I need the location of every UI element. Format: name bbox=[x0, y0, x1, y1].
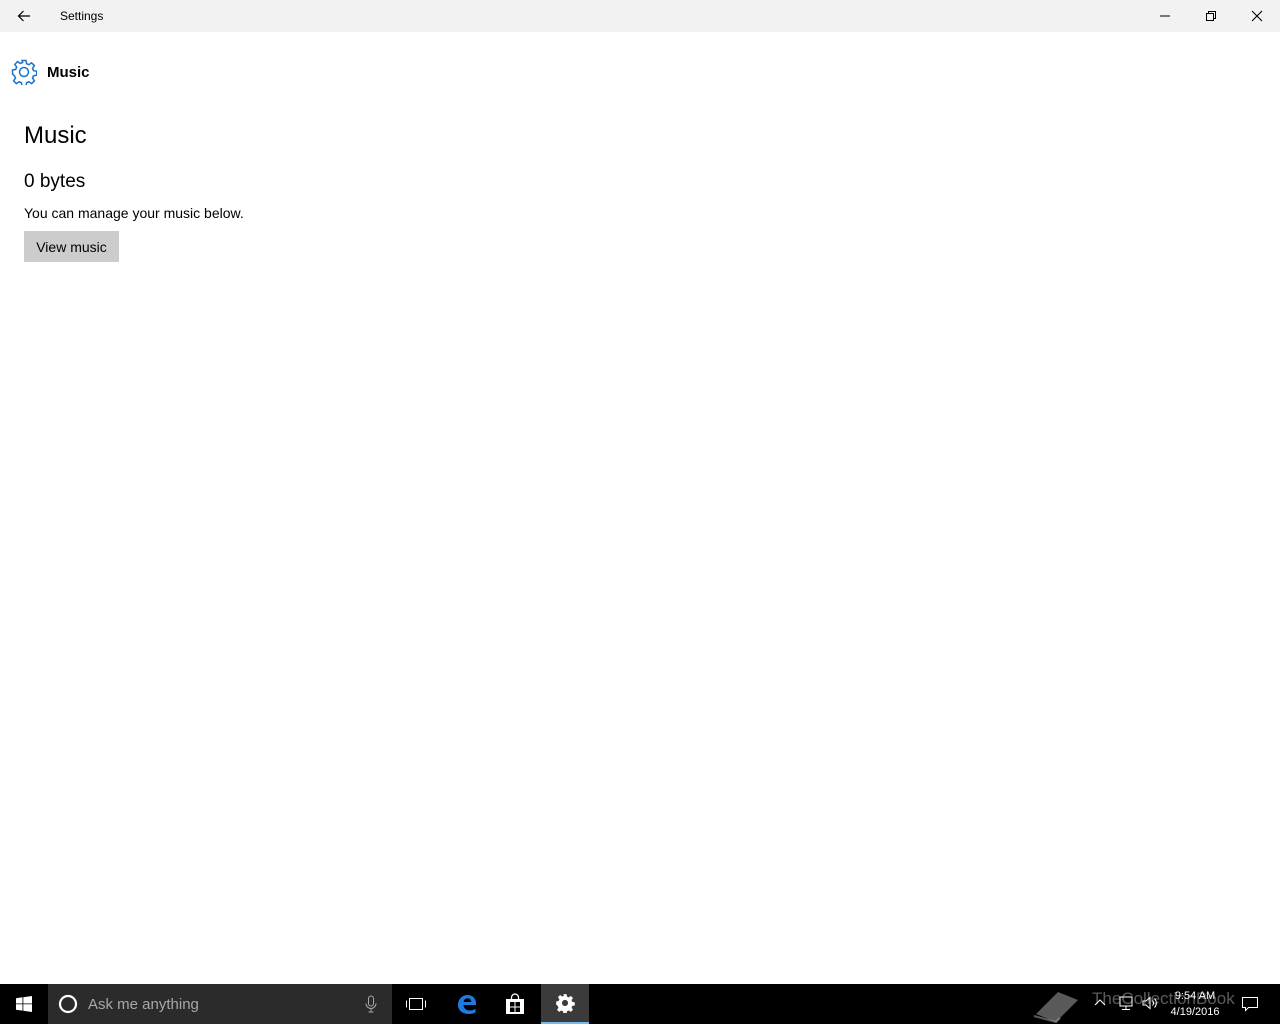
close-icon bbox=[1251, 10, 1263, 22]
header-title: Music bbox=[47, 64, 90, 81]
back-arrow-icon bbox=[17, 10, 30, 22]
clock[interactable]: 9:54 AM 4/19/2016 bbox=[1160, 988, 1230, 1020]
title-bar: Settings bbox=[0, 0, 1280, 32]
gear-icon bbox=[11, 59, 38, 90]
action-center-icon[interactable] bbox=[1240, 994, 1260, 1019]
store-icon bbox=[506, 993, 524, 1014]
edge-button[interactable] bbox=[443, 984, 491, 1024]
start-button[interactable] bbox=[0, 984, 48, 1024]
settings-taskbar-button[interactable] bbox=[541, 984, 589, 1024]
clock-time: 9:54 AM bbox=[1174, 990, 1216, 1002]
windows-logo-icon bbox=[16, 996, 32, 1012]
volume-icon[interactable] bbox=[1141, 994, 1159, 1017]
cortana-icon bbox=[58, 994, 78, 1019]
edge-icon bbox=[458, 995, 476, 1014]
page-header: Music bbox=[0, 52, 400, 92]
show-hidden-icons-icon[interactable] bbox=[1093, 994, 1107, 1017]
task-view-icon bbox=[406, 998, 426, 1010]
page-title: Music bbox=[24, 122, 87, 149]
microphone-icon[interactable] bbox=[364, 995, 378, 1018]
storage-size: 0 bytes bbox=[24, 171, 86, 192]
restore-button[interactable] bbox=[1188, 0, 1234, 32]
search-box[interactable]: Ask me anything bbox=[48, 984, 392, 1024]
close-button[interactable] bbox=[1234, 0, 1280, 32]
watermark-book-icon bbox=[1030, 984, 1084, 1029]
description-text: You can manage your music below. bbox=[24, 205, 244, 221]
clock-date: 4/19/2016 bbox=[1170, 1006, 1220, 1018]
window-title: Settings bbox=[60, 9, 104, 23]
store-button[interactable] bbox=[491, 984, 539, 1024]
back-button[interactable] bbox=[0, 0, 48, 32]
taskbar: Ask me anything TheCollectionBook 9:54 A… bbox=[0, 984, 1280, 1024]
minimize-icon bbox=[1160, 15, 1170, 17]
minimize-button[interactable] bbox=[1142, 0, 1188, 32]
settings-icon bbox=[556, 994, 575, 1013]
network-icon[interactable] bbox=[1117, 994, 1135, 1017]
search-placeholder: Ask me anything bbox=[88, 996, 199, 1013]
restore-icon bbox=[1206, 11, 1216, 21]
view-music-button[interactable]: View music bbox=[24, 231, 119, 262]
task-view-button[interactable] bbox=[392, 984, 440, 1024]
